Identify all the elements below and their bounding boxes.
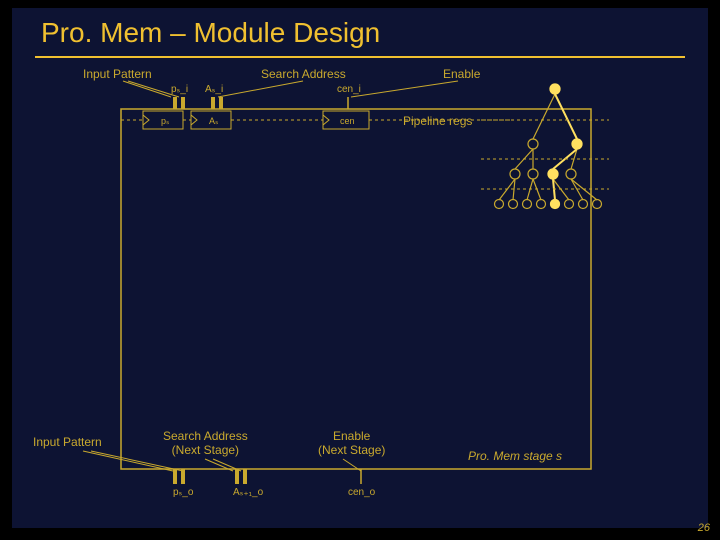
diagram-svg: pₛ Aₛ cen (13, 9, 707, 527)
page-number: 26 (698, 522, 710, 534)
reg-ps-label: pₛ (161, 116, 169, 126)
tree-icon (495, 84, 602, 209)
reg-cen-label: cen (340, 116, 355, 126)
reg-as-label: Aₛ (209, 116, 218, 126)
